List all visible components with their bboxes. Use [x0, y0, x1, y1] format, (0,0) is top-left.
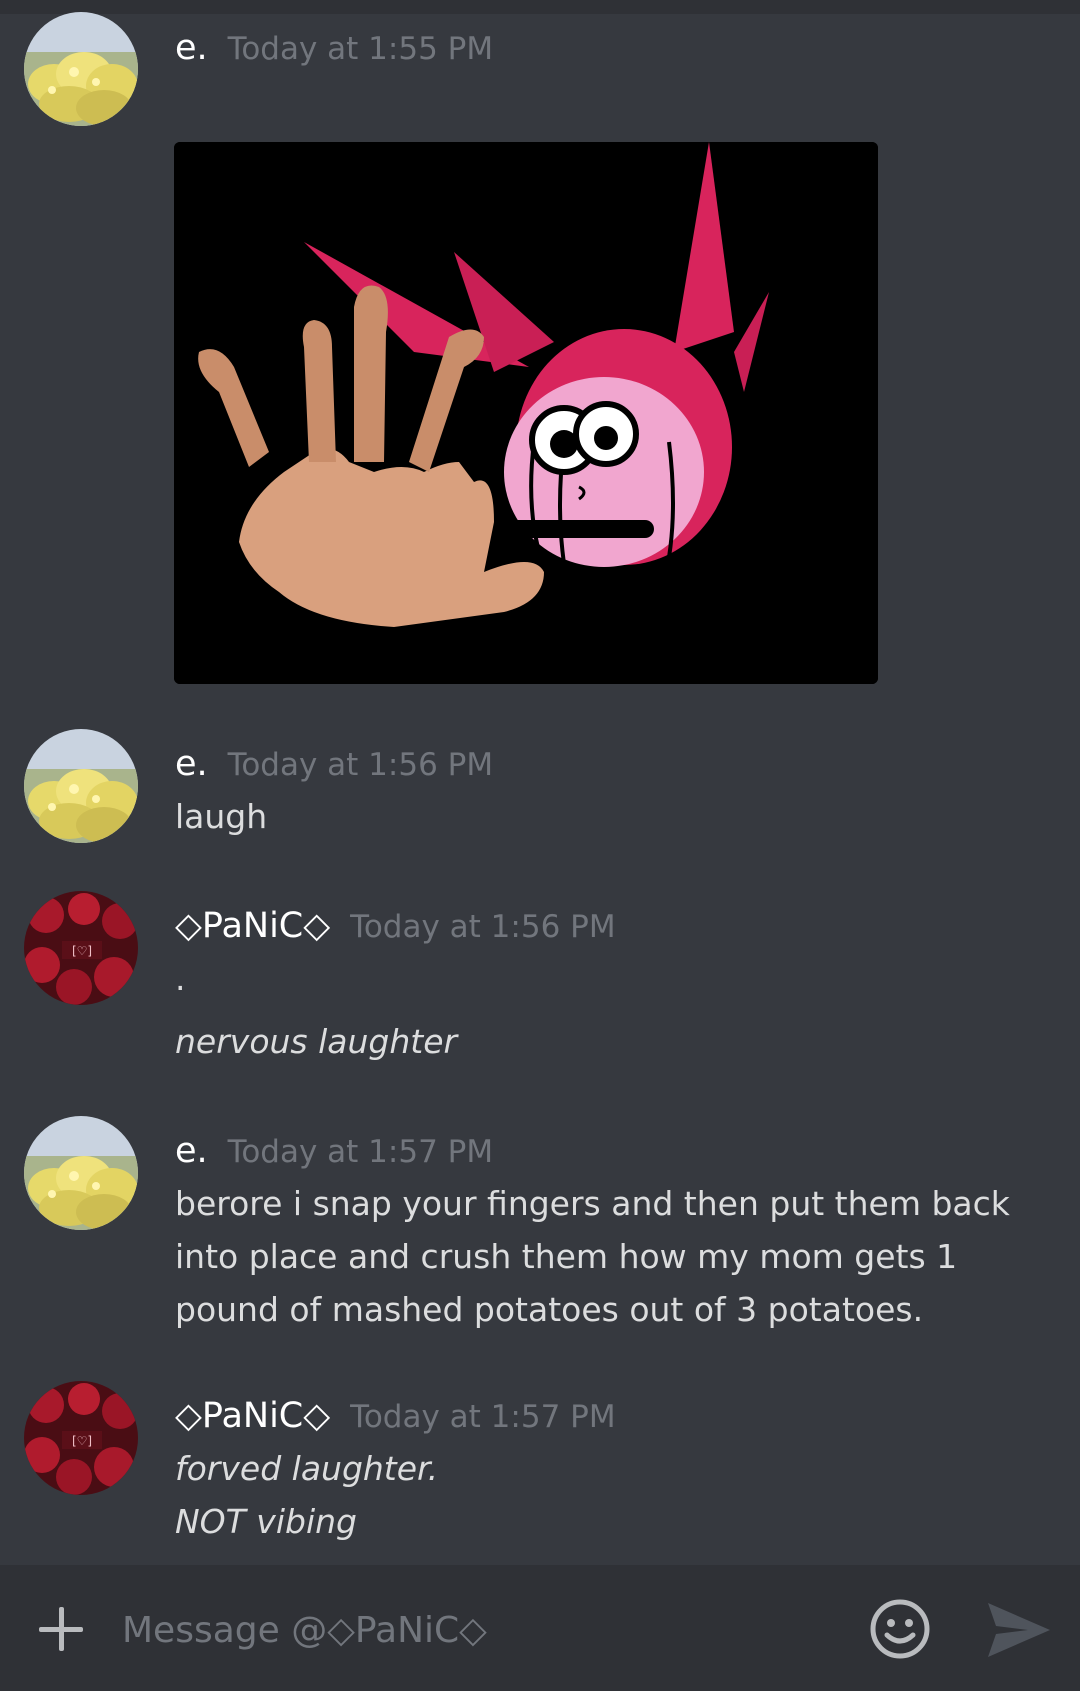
smiley-icon[interactable]: [868, 1597, 932, 1661]
message-group: e. Today at 1:55 PM: [175, 28, 1055, 74]
message-group: e. Today at 1:57 PM berore i snap your f…: [175, 1131, 1055, 1336]
message-input[interactable]: [120, 1601, 844, 1659]
user-avatar-e[interactable]: [24, 1116, 138, 1230]
user-avatar-e[interactable]: [24, 729, 138, 843]
message-text: forved laughter.: [175, 1449, 439, 1488]
top-bar: [0, 0, 1080, 14]
message-group: ◇PaNiC◇ Today at 1:56 PM . nervous laugh…: [175, 906, 1055, 1068]
timestamp: Today at 1:55 PM: [227, 31, 494, 67]
message-group: ◇PaNiC◇ Today at 1:57 PM forved laughter…: [175, 1396, 1055, 1548]
message-text: into place and crush them how my mom get…: [175, 1237, 958, 1276]
message-composer: [0, 1565, 1080, 1691]
username[interactable]: e.: [175, 28, 208, 68]
username[interactable]: e.: [175, 1131, 208, 1171]
message-text: .: [175, 959, 186, 998]
user-avatar-panic[interactable]: [24, 1381, 138, 1495]
message-header: e. Today at 1:57 PM: [175, 1131, 1055, 1177]
timestamp: Today at 1:57 PM: [227, 1134, 494, 1170]
message-text: pound of mashed potatoes out of 3 potato…: [175, 1290, 924, 1329]
plus-icon[interactable]: [36, 1605, 86, 1655]
message-header: e. Today at 1:56 PM: [175, 744, 1055, 790]
message-text: NOT vibing: [175, 1502, 357, 1541]
user-avatar-panic[interactable]: [24, 891, 138, 1005]
timestamp: Today at 1:56 PM: [350, 909, 616, 945]
send-arrow-icon[interactable]: [986, 1601, 1052, 1659]
user-avatar-e[interactable]: [24, 12, 138, 126]
message-header: ◇PaNiC◇ Today at 1:56 PM: [175, 906, 1055, 952]
message-text: nervous laughter: [175, 1022, 458, 1061]
username[interactable]: ◇PaNiC◇: [175, 906, 330, 946]
message-header: ◇PaNiC◇ Today at 1:57 PM: [175, 1396, 1055, 1442]
image-attachment[interactable]: [174, 142, 878, 684]
username[interactable]: ◇PaNiC◇: [175, 1396, 330, 1436]
message-text: laugh: [175, 797, 268, 836]
message-header: e. Today at 1:55 PM: [175, 28, 1055, 74]
timestamp: Today at 1:56 PM: [227, 747, 494, 783]
message-group: e. Today at 1:56 PM laugh: [175, 744, 1055, 843]
message-text: berore i snap your fingers and then put …: [175, 1184, 1010, 1223]
username[interactable]: e.: [175, 744, 208, 784]
timestamp: Today at 1:57 PM: [350, 1399, 616, 1435]
